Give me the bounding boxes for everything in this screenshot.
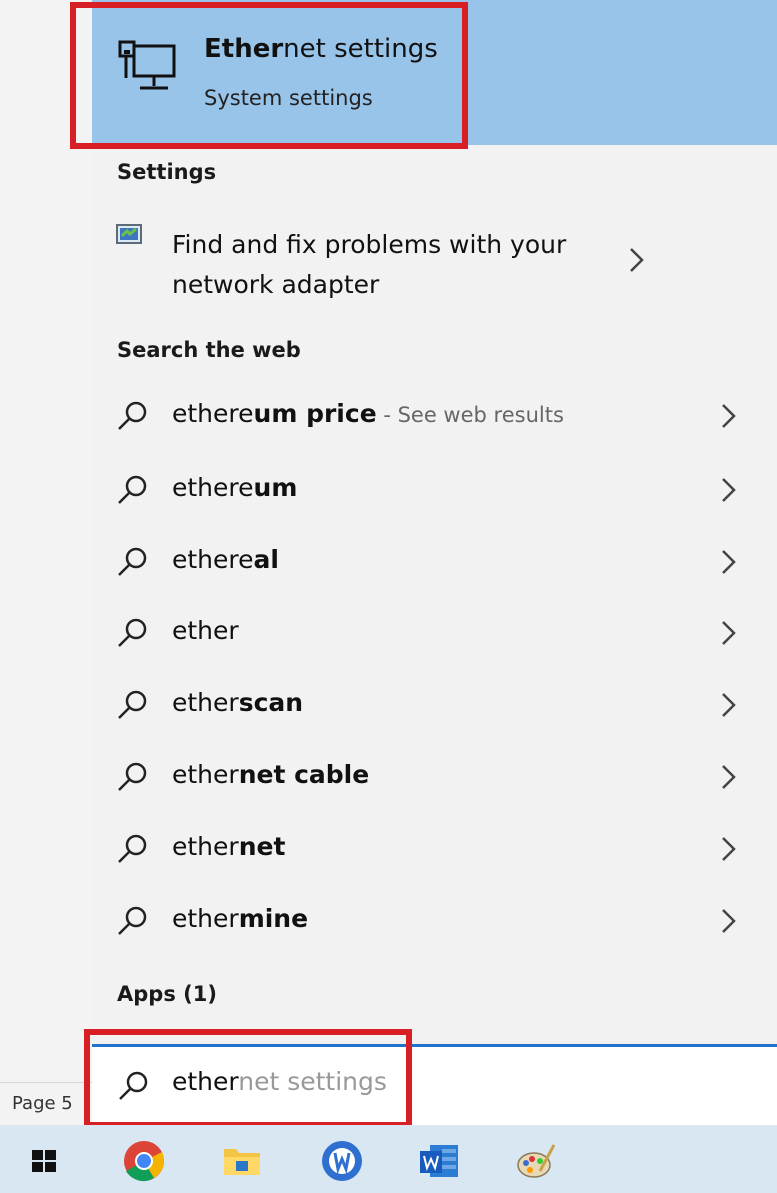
annotation-highlight-best-match: [70, 2, 468, 149]
search-icon: [118, 547, 147, 576]
chevron-right-icon: [630, 248, 644, 272]
web-result-label: ethereal: [172, 545, 279, 574]
search-icon: [118, 906, 147, 935]
web-result-row[interactable]: ethereal: [92, 527, 777, 597]
web-result-label: ethernet cable: [172, 760, 370, 789]
search-icon: [118, 762, 147, 791]
search-icon: [118, 401, 147, 430]
paint-icon[interactable]: [514, 1139, 558, 1183]
section-search-web: Search the web: [117, 338, 301, 362]
chrome-icon[interactable]: [122, 1139, 166, 1183]
web-result-label: etherscan: [172, 688, 304, 717]
web-result-label: ethereum: [172, 473, 298, 502]
search-icon: [118, 834, 147, 863]
web-result-row[interactable]: ethermine: [92, 886, 777, 956]
windows-start-icon[interactable]: [24, 1139, 64, 1183]
search-icon: [118, 690, 147, 719]
chevron-right-icon: [722, 909, 736, 933]
rounded-app-icon[interactable]: [320, 1139, 364, 1183]
chevron-right-icon: [722, 404, 736, 428]
section-apps: Apps (1): [117, 982, 217, 1006]
web-result-row[interactable]: ethereum: [92, 455, 777, 525]
web-result-row[interactable]: etherscan: [92, 670, 777, 740]
chevron-right-icon: [722, 550, 736, 574]
word-icon[interactable]: [418, 1139, 462, 1183]
search-icon: [118, 475, 147, 504]
file-explorer-icon[interactable]: [220, 1139, 264, 1183]
document-background: [0, 0, 92, 1125]
section-settings: Settings: [117, 160, 217, 184]
web-result-label: ethernet: [172, 832, 286, 861]
document-status-bar: Page 5: [0, 1082, 92, 1125]
chevron-right-icon: [722, 693, 736, 717]
chevron-right-icon: [722, 478, 736, 502]
web-result-label: ether: [172, 616, 239, 645]
chevron-right-icon: [722, 621, 736, 645]
web-result-label: ethereum price - See web results: [172, 399, 564, 428]
web-result-row[interactable]: ether: [92, 598, 777, 668]
search-icon: [118, 618, 147, 647]
web-result-row[interactable]: ethernet cable: [92, 742, 777, 812]
web-result-row[interactable]: ethereum price - See web results: [92, 381, 777, 451]
annotation-highlight-search-box: [84, 1029, 412, 1128]
web-result-label: ethermine: [172, 904, 309, 933]
web-result-row[interactable]: ethernet: [92, 814, 777, 884]
taskbar: [0, 1125, 777, 1193]
network-troubleshoot-icon: [116, 224, 142, 244]
settings-result-label: Find and fix problems with your network …: [172, 230, 567, 299]
page-indicator: Page 5: [12, 1093, 73, 1114]
chevron-right-icon: [722, 765, 736, 789]
chevron-right-icon: [722, 837, 736, 861]
